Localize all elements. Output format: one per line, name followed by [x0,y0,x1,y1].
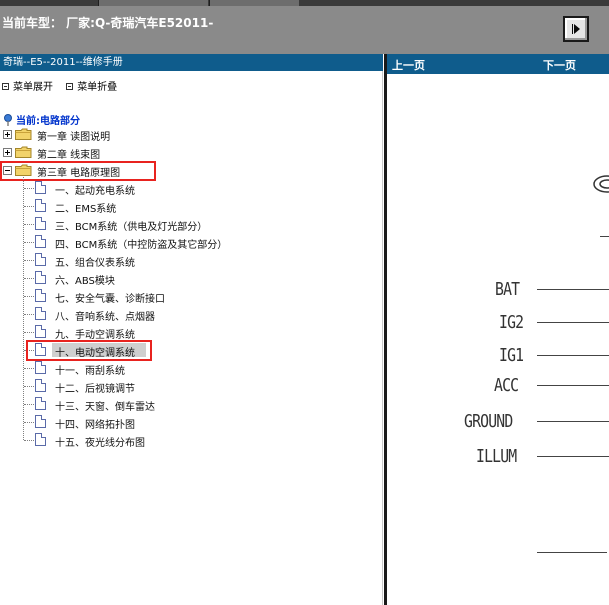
chapter-tree: 第一章 读图说明 第二章 线束图 第三章 电路原理图 一、起动充电系统 二、EMS系统三… [0,54,383,605]
tree-item-label: 十二、后视镜调节 [55,384,135,395]
tree-item-label: 一、起动充电系统 [55,186,135,197]
header-bar: 当前车型： 厂家:Q-奇瑞汽车E52011- [0,6,609,54]
wire-line [537,385,609,386]
tree-item-label: 四、BCM系统（中控防盗及其它部分） [55,240,228,251]
chapter-label: 第一章 读图说明 [37,132,111,143]
pin-label: BAT [495,279,520,300]
vehicle-title: 当前车型： 厂家:Q-奇瑞汽车E52011- [2,16,214,30]
wire-line [537,421,609,422]
tree-item-label: 十五、夜光线分布图 [55,438,145,449]
tree-item-label: 八、音响系统、点烟器 [55,312,155,323]
pin-label: IG1 [499,345,524,366]
expand-icon[interactable] [3,130,12,139]
tree-item[interactable]: 十一、雨刮系统 [0,360,260,377]
expand-icon[interactable] [3,148,12,157]
tree-item[interactable]: 五、组合仪表系统 [0,252,260,269]
pin-label: ACC [494,375,519,396]
tree-item[interactable]: 十四、网络拓扑图 [0,414,260,431]
document-icon [35,217,46,230]
wire-line [600,236,609,237]
pin-label: ILLUM [476,446,517,467]
item-highlight-box [26,340,152,361]
tree-item[interactable]: 三、BCM系统（供电及灯光部分） [0,216,260,233]
next-page-link[interactable]: 下一页 [543,57,576,73]
connector-symbol [593,175,609,193]
tree-item-label: 十四、网络拓扑图 [55,420,135,431]
tree-item-label: 七、安全气囊、诊断接口 [55,294,165,305]
tree-item-label: 六、ABS模块 [55,276,115,287]
wire-line [537,322,609,323]
tree-item-label: 九、手动空调系统 [55,330,135,341]
wire-line [537,355,609,356]
app-window: 当前车型： 厂家:Q-奇瑞汽车E52011- 奇瑞--E5--2011--维修手… [0,0,609,605]
folder-icon [15,128,32,140]
diagram-panel: 上一页 下一页 BAT IG2 IG1 ACC GROUND ILLUM [384,54,609,605]
document-icon [35,181,46,194]
tree-item[interactable]: 十三、天窗、倒车雷达 [0,396,260,413]
folder-icon [15,146,32,158]
wire-line [537,456,609,457]
tree-item-label: 五、组合仪表系统 [55,258,135,269]
document-icon [35,433,46,446]
tree-item[interactable]: 九、手动空调系统 [0,324,260,341]
wire-line [537,552,607,553]
tree-item-label: 十三、天窗、倒车雷达 [55,402,155,413]
next-page-icon [572,24,573,34]
tree-item-label: 二、EMS系统 [55,204,117,215]
document-icon [35,307,46,320]
tree-item[interactable]: 七、安全气囊、诊断接口 [0,288,260,305]
document-icon [35,289,46,302]
wire-line [537,289,609,290]
pin-label: IG2 [499,312,524,333]
document-icon [35,235,46,248]
prev-page-link[interactable]: 上一页 [392,57,425,73]
document-icon [35,199,46,212]
chapter-label: 第二章 线束图 [37,150,101,161]
chapter-item[interactable]: 第一章 读图说明 [0,126,200,143]
document-icon [35,397,46,410]
tree-item[interactable]: 六、ABS模块 [0,270,260,287]
document-icon [35,379,46,392]
tree-item[interactable]: 二、EMS系统 [0,198,260,215]
arrow-right-icon [574,24,580,34]
document-icon [35,253,46,266]
tree-panel: 奇瑞--E5--2011--维修手册 菜单展开 菜单折叠 当前:电路部分 第一章… [0,54,383,605]
tree-item[interactable]: 十五、夜光线分布图 [0,432,260,449]
tree-item[interactable]: 八、音响系统、点烟器 [0,306,260,323]
tree-item-label: 三、BCM系统（供电及灯光部分） [55,222,208,233]
next-page-button[interactable] [563,16,589,42]
document-icon [35,271,46,284]
tree-item[interactable]: 十二、后视镜调节 [0,378,260,395]
document-icon [35,415,46,428]
page-nav-bar: 上一页 下一页 [387,54,609,74]
tree-item-label: 十一、雨刮系统 [55,366,125,377]
document-icon [35,325,46,338]
document-icon [35,361,46,374]
pin-label: GROUND [464,411,513,432]
wiring-diagram: BAT IG2 IG1 ACC GROUND ILLUM [387,74,609,605]
tree-item[interactable]: 四、BCM系统（中控防盗及其它部分） [0,234,260,251]
tree-item[interactable]: 一、起动充电系统 [0,180,260,197]
chapter-item[interactable]: 第二章 线束图 [0,144,200,161]
